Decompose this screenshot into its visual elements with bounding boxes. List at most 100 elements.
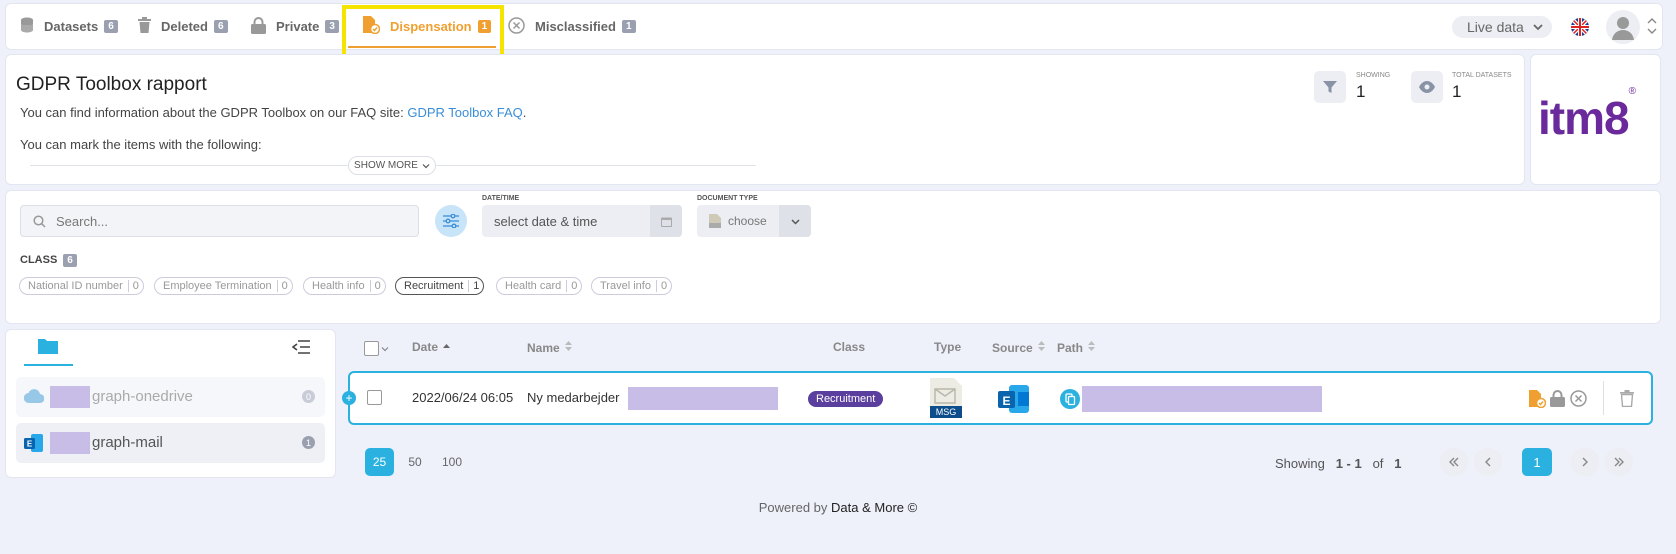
sort-asc-icon — [443, 344, 451, 348]
document-icon — [709, 214, 721, 228]
sort-icon — [1088, 341, 1096, 351]
document-type-label: DOCUMENT TYPE — [697, 195, 758, 202]
trash-icon[interactable] — [1620, 390, 1634, 412]
trash-icon — [138, 17, 151, 36]
cloud-icon — [24, 389, 44, 403]
next-page-icon[interactable] — [1571, 448, 1599, 476]
row-checkbox[interactable] — [367, 390, 382, 405]
pagination-summary: Showing 1 - 1 of 1 — [1275, 456, 1402, 471]
footer-brand[interactable]: Data & More © — [831, 500, 917, 515]
eye-icon — [1411, 71, 1443, 103]
showing-label: SHOWING — [1356, 72, 1391, 79]
tree-item-graph-mail[interactable]: E graph-mail 1 — [16, 423, 325, 463]
class-badge: Recruitment — [808, 391, 884, 407]
exchange-icon: E — [24, 434, 43, 452]
row-date: 2022/06/24 06:05 — [412, 390, 514, 405]
search-icon — [33, 214, 46, 228]
itm8-logo: itm8® — [1538, 85, 1636, 144]
tab-count-badge: 1 — [621, 20, 636, 33]
tab-deleted[interactable]: Deleted 6 — [138, 3, 228, 50]
svg-text:E: E — [27, 440, 33, 449]
tab-datasets[interactable]: Datasets 6 — [20, 3, 118, 50]
folder-icon[interactable] — [38, 338, 58, 359]
select-all-checkbox[interactable] — [364, 341, 379, 356]
chevron-down-icon[interactable] — [779, 205, 811, 237]
tab-count-badge: 6 — [104, 20, 118, 33]
page-size-25[interactable]: 25 — [365, 448, 394, 476]
chevron-down-icon[interactable] — [381, 345, 389, 353]
date-time-picker[interactable]: select date & time — [482, 205, 682, 237]
sort-icon — [1037, 341, 1045, 351]
avatar[interactable] — [1606, 10, 1640, 44]
advanced-filter-button[interactable] — [435, 205, 467, 237]
table-row[interactable]: 2022/06/24 06:05 Ny medarbejder Recruitm… — [348, 371, 1653, 425]
redacted-placeholder — [628, 387, 778, 410]
page-size-50[interactable]: 50 — [402, 448, 428, 476]
date-filter-label: DATE/TIME — [482, 195, 520, 202]
class-tag-travel-info[interactable]: Travel info 0 — [591, 277, 673, 295]
language-flag-icon[interactable] — [1571, 18, 1589, 36]
class-tag-employee-termination[interactable]: Employee Termination 0 — [154, 277, 293, 295]
column-header-path[interactable]: Path — [1057, 340, 1096, 355]
last-page-icon[interactable] — [1605, 448, 1633, 476]
divider — [1603, 381, 1604, 415]
class-tag-health-card[interactable]: Health card 0 — [496, 277, 583, 295]
page-title: GDPR Toolbox rapport — [16, 74, 207, 95]
exchange-source-icon: E — [998, 384, 1030, 419]
circle-x-icon — [508, 16, 525, 37]
faq-link[interactable]: GDPR Toolbox FAQ — [407, 105, 522, 120]
showing-value: 1 — [1356, 82, 1366, 101]
redacted-placeholder — [50, 386, 90, 408]
prev-page-icon[interactable] — [1474, 448, 1502, 476]
faq-info: You can find information about the GDPR … — [20, 105, 527, 120]
tab-misclassified[interactable]: Misclassified 1 — [508, 3, 636, 50]
copy-path-icon[interactable] — [1060, 389, 1080, 409]
lock-icon — [251, 16, 266, 37]
lock-action-icon[interactable] — [1550, 390, 1565, 412]
tab-count-badge: 6 — [213, 20, 228, 33]
row-name: Ny medarbejder — [527, 390, 620, 405]
calendar-icon[interactable] — [650, 205, 682, 237]
msg-file-icon: MSG — [930, 378, 962, 423]
tree-tab-indicator — [24, 364, 73, 366]
class-count-badge: 6 — [63, 254, 77, 267]
tab-private[interactable]: Private 3 — [251, 3, 339, 50]
dispensation-action-icon[interactable] — [1528, 390, 1547, 413]
sliders-icon — [443, 214, 459, 228]
show-more-button[interactable]: SHOW MORE — [348, 156, 436, 175]
redacted-placeholder — [1082, 386, 1322, 412]
class-tag-recruitment[interactable]: Recruitment 1 — [395, 277, 485, 295]
misclassify-action-icon[interactable] — [1570, 390, 1587, 412]
search-input[interactable]: Search... — [20, 205, 419, 237]
tree-item-count: 0 — [302, 390, 315, 403]
column-header-name[interactable]: Name — [527, 340, 573, 355]
class-tag-health-info[interactable]: Health info 0 — [303, 277, 386, 295]
column-header-date[interactable]: Date — [412, 340, 451, 354]
filter-icon — [1314, 71, 1346, 103]
sort-arrows-icon[interactable] — [1647, 16, 1657, 41]
column-header-type: Type — [934, 340, 962, 354]
redacted-placeholder — [50, 432, 90, 454]
tree-item-graph-onedrive[interactable]: graph-onedrive 0 — [16, 377, 325, 417]
sort-icon — [564, 341, 572, 351]
tab-count-badge: 3 — [325, 20, 339, 33]
document-type-select[interactable]: choose — [697, 205, 811, 237]
class-tag-national-id[interactable]: National ID number 0 — [19, 277, 144, 295]
total-datasets-value: 1 — [1452, 82, 1462, 101]
database-icon — [20, 17, 34, 36]
user-icon — [1612, 17, 1634, 40]
column-header-source[interactable]: Source — [992, 340, 1046, 355]
first-page-icon[interactable] — [1440, 448, 1468, 476]
collapse-sidebar-icon[interactable] — [291, 340, 310, 359]
chevron-down-icon — [422, 163, 430, 168]
page-size-100[interactable]: 100 — [437, 448, 467, 476]
chevron-down-icon — [1532, 20, 1544, 36]
class-label: CLASS 6 — [20, 254, 77, 267]
tree-item-count: 1 — [302, 436, 315, 449]
highlight-box — [342, 5, 504, 61]
page-button-current[interactable]: 1 — [1522, 448, 1552, 476]
footer: Powered by Data & More © — [758, 500, 918, 515]
total-datasets-label: TOTAL DATASETS — [1452, 72, 1512, 79]
live-data-select[interactable]: Live data — [1452, 16, 1552, 38]
expand-row-icon[interactable]: + — [342, 391, 356, 405]
